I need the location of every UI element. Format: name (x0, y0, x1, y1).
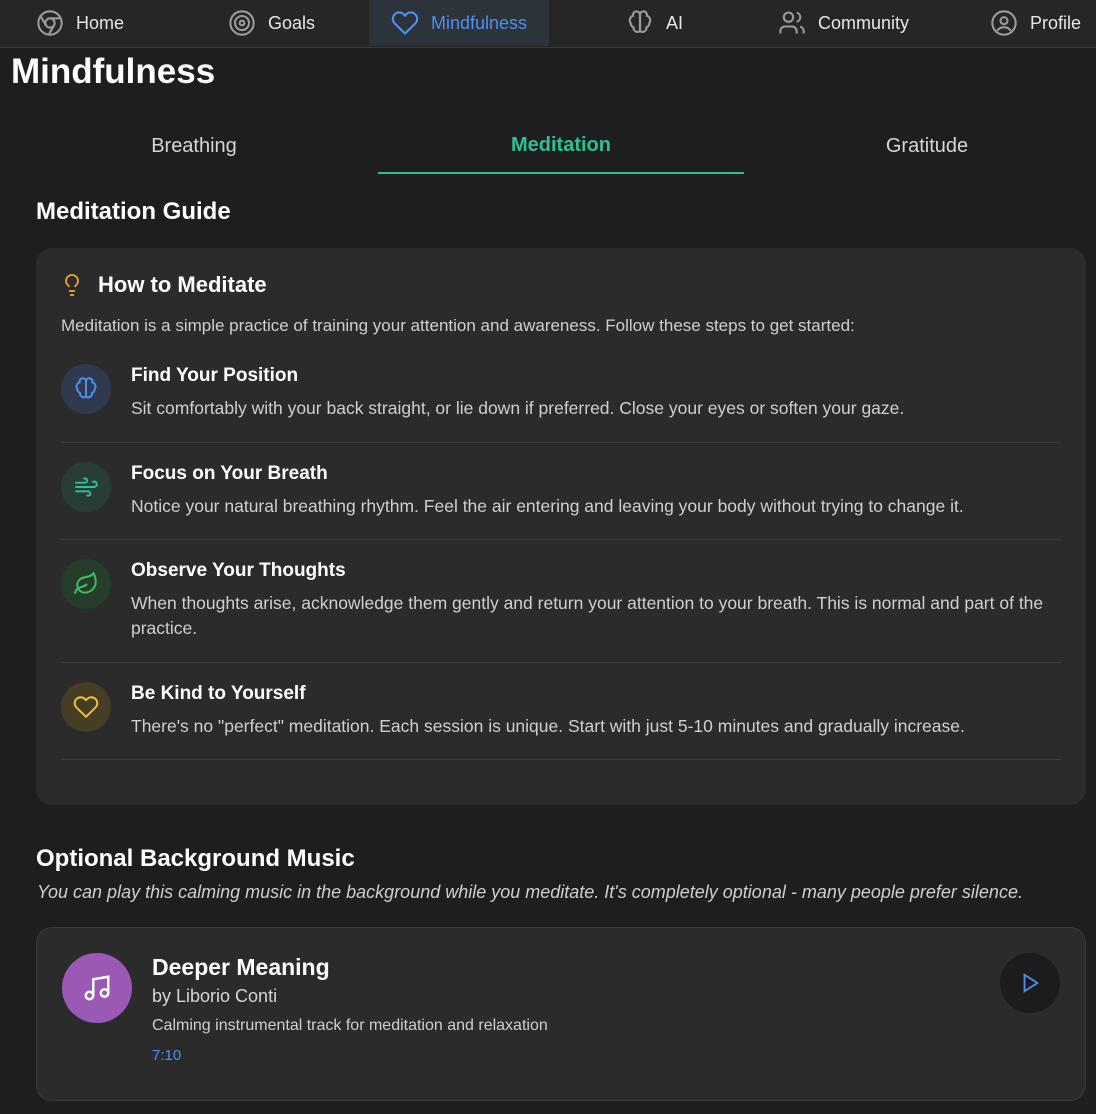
tab-breathing[interactable]: Breathing (11, 118, 377, 174)
step-text: When thoughts arise, acknowledge them ge… (131, 593, 1044, 638)
nav-item-profile[interactable]: Profile (990, 0, 1081, 46)
nav-label: AI (666, 12, 684, 33)
leaf-icon (74, 571, 97, 594)
play-icon (1023, 973, 1040, 993)
step-title: Focus on Your Breath (131, 463, 328, 484)
nav-item-ai[interactable]: AI (626, 0, 683, 46)
guide-step: Focus on Your Breath Notice your natural… (61, 462, 1061, 540)
nav-item-community[interactable]: Community (778, 0, 909, 46)
step-text: There's no "perfect" meditation. Each se… (131, 716, 965, 736)
step-icon-wrapper (61, 682, 111, 732)
step-title: Find Your Position (131, 365, 299, 386)
track-artwork (62, 953, 132, 1023)
guide-header: How to Meditate (60, 272, 267, 298)
nav-label: Mindfulness (431, 12, 528, 33)
nav-item-mindfulness[interactable]: Mindfulness (369, 0, 550, 46)
step-title: Be Kind to Yourself (131, 683, 306, 704)
guide-step: Observe Your Thoughts When thoughts aris… (61, 559, 1061, 663)
nav-item-home[interactable]: Home (36, 0, 124, 46)
top-navigation: Home Goals Mindfulness AI Community Prof… (0, 0, 1096, 48)
step-text: Sit comfortably with your back straight,… (131, 398, 905, 418)
brain-icon (628, 10, 652, 33)
chrome-icon (37, 10, 63, 36)
track-duration: 7:10 (152, 1047, 182, 1064)
step-icon-wrapper (61, 364, 111, 414)
tab-bar: Breathing Meditation Gratitude (11, 118, 1096, 174)
track-title: Deeper Meaning (152, 954, 330, 980)
meditation-guide-title: Meditation Guide (36, 198, 231, 225)
nav-label: Profile (1030, 12, 1082, 33)
user-circle-icon (991, 10, 1017, 36)
lightbulb-icon (65, 274, 79, 296)
step-icon-wrapper (61, 559, 111, 609)
music-track-card: Deeper Meaning by Liborio Conti Calming … (36, 927, 1086, 1101)
guide-step: Find Your Position Sit comfortably with … (61, 364, 1061, 443)
tab-gratitude[interactable]: Gratitude (744, 118, 1096, 174)
tab-meditation[interactable]: Meditation (378, 118, 744, 174)
background-music-title: Optional Background Music (36, 845, 355, 872)
music-description: You can play this calming music in the b… (37, 882, 1023, 902)
step-icon-wrapper (61, 462, 111, 512)
track-description: Calming instrumental track for meditatio… (152, 1017, 548, 1034)
guide-heading: How to Meditate (98, 272, 267, 297)
heart-icon (391, 11, 419, 35)
guide-step: Be Kind to Yourself There's no "perfect"… (61, 682, 1061, 760)
page-title: Mindfulness (11, 52, 216, 91)
track-artist: by Liborio Conti (152, 986, 278, 1006)
play-button[interactable] (1000, 953, 1060, 1013)
nav-label: Goals (268, 12, 316, 33)
heart-icon (73, 696, 99, 719)
step-text: Notice your natural breathing rhythm. Fe… (131, 496, 964, 516)
music-note-icon (84, 975, 110, 1001)
wind-icon (75, 477, 98, 497)
nav-label: Home (76, 12, 125, 33)
step-title: Observe Your Thoughts (131, 560, 346, 581)
brain-icon (75, 377, 97, 399)
users-icon (779, 11, 805, 34)
meditation-guide-card: How to Meditate Meditation is a simple p… (36, 248, 1086, 805)
nav-label: Community (818, 12, 910, 33)
target-icon (229, 10, 255, 36)
guide-intro: Meditation is a simple practice of train… (61, 316, 855, 335)
nav-item-goals[interactable]: Goals (228, 0, 315, 46)
